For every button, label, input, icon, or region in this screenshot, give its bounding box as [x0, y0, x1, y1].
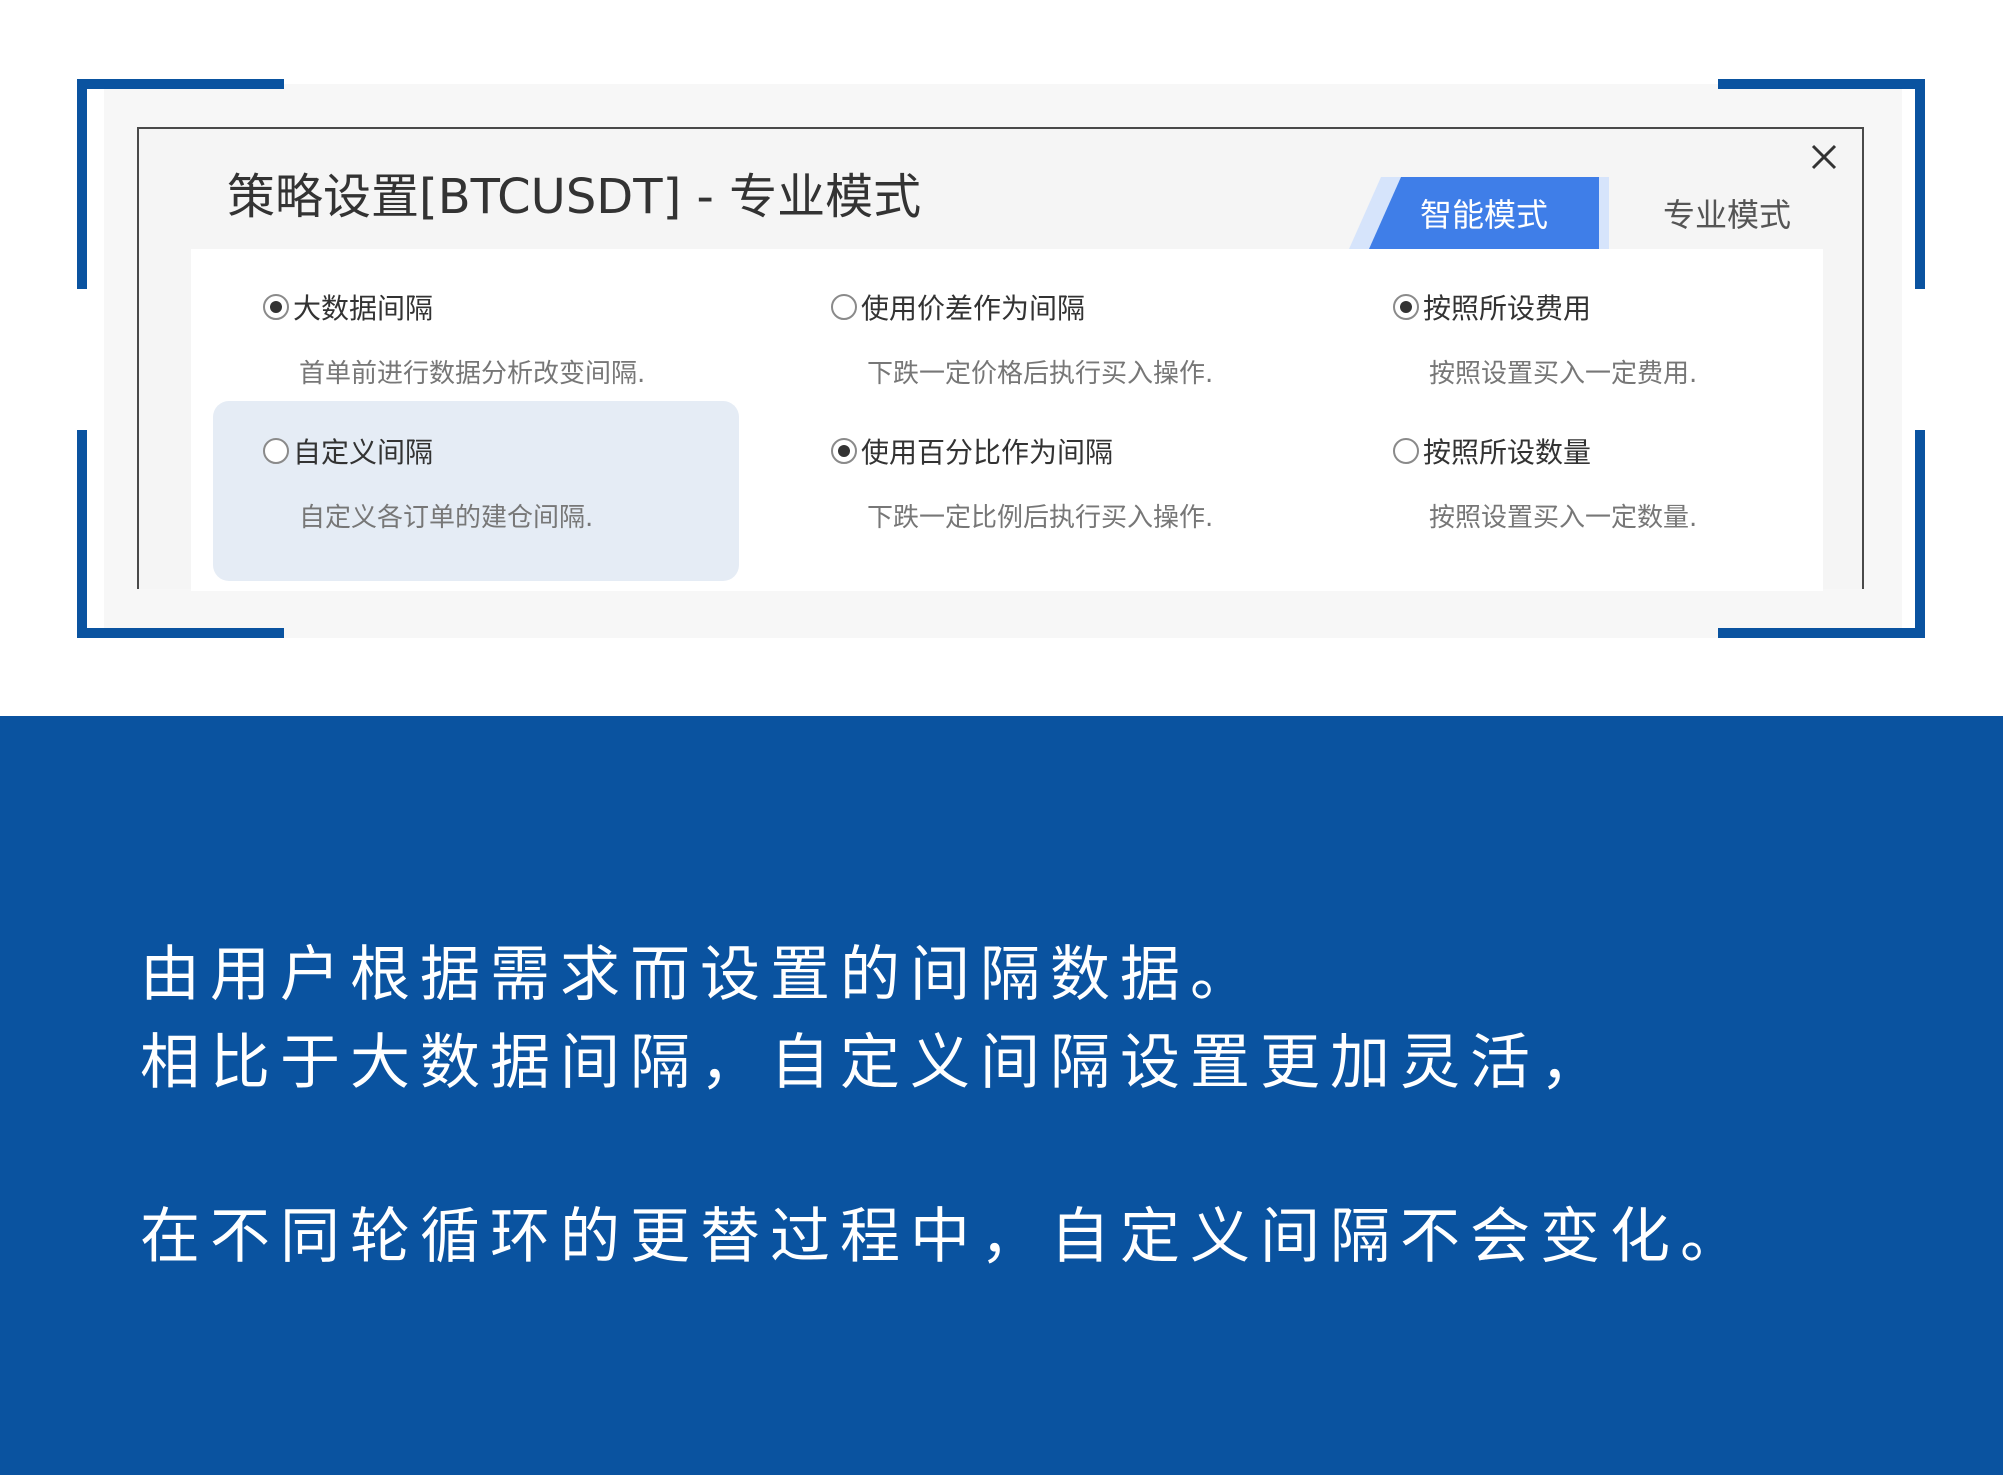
corner-bracket-top-left-vertical: [77, 79, 87, 289]
option-description: 自定义各订单的建仓间隔.: [299, 503, 594, 533]
description-line-2: 相比于大数据间隔，自定义间隔设置更加灵活，: [140, 1028, 1610, 1098]
radio-button[interactable]: [831, 294, 857, 320]
radio-button[interactable]: [263, 438, 289, 464]
option-description: 下跌一定价格后执行买入操作.: [867, 359, 1214, 389]
description-line-1: 由用户根据需求而设置的间隔数据。: [140, 940, 1260, 1010]
option-big-data-interval[interactable]: 大数据间隔 首单前进行数据分析改变间隔.: [263, 287, 645, 390]
tab-smart-mode[interactable]: 智能模式: [1369, 177, 1599, 249]
close-icon: [1811, 144, 1837, 170]
radio-button-checked[interactable]: [263, 294, 289, 320]
close-button[interactable]: [1804, 137, 1844, 177]
strategy-settings-dialog: 策略设置[BTCUSDT] - 专业模式 智能模式 专业模式 大数据间隔 首单前…: [137, 127, 1864, 591]
corner-bracket-bottom-left-vertical: [77, 430, 87, 638]
option-price-diff-interval[interactable]: 使用价差作为间隔 下跌一定价格后执行买入操作.: [831, 287, 1213, 390]
option-label: 自定义间隔: [293, 436, 434, 469]
description-area: 由用户根据需求而设置的间隔数据。 相比于大数据间隔，自定义间隔设置更加灵活， 在…: [0, 716, 2003, 1475]
options-panel: 大数据间隔 首单前进行数据分析改变间隔. 自定义间隔 自定义各订单的建仓间隔. …: [191, 249, 1823, 591]
tab-pro-mode[interactable]: 专业模式: [1617, 177, 1837, 249]
option-by-quantity[interactable]: 按照所设数量 按照设置买入一定数量.: [1393, 431, 1697, 534]
screenshot-area: 策略设置[BTCUSDT] - 专业模式 智能模式 专业模式 大数据间隔 首单前…: [0, 0, 2003, 716]
option-description: 首单前进行数据分析改变间隔.: [299, 359, 646, 389]
option-description: 按照设置买入一定费用.: [1429, 359, 1698, 389]
option-description: 按照设置买入一定数量.: [1429, 503, 1698, 533]
option-label: 按照所设数量: [1423, 436, 1592, 469]
option-label: 大数据间隔: [293, 292, 434, 325]
corner-bracket-top-right: [1718, 79, 1925, 89]
corner-bracket-top-right-vertical: [1915, 79, 1925, 289]
description-line-3: 在不同轮循环的更替过程中，自定义间隔不会变化。: [140, 1202, 1750, 1272]
option-description: 下跌一定比例后执行买入操作.: [867, 503, 1214, 533]
option-label: 使用价差作为间隔: [861, 292, 1086, 325]
corner-bracket-bottom-left: [77, 628, 284, 638]
dialog-title: 策略设置[BTCUSDT] - 专业模式: [227, 169, 922, 225]
radio-button[interactable]: [1393, 438, 1419, 464]
option-label: 按照所设费用: [1423, 292, 1592, 325]
option-label: 使用百分比作为间隔: [861, 436, 1114, 469]
option-custom-interval[interactable]: 自定义间隔 自定义各订单的建仓间隔.: [263, 431, 593, 534]
corner-bracket-bottom-right: [1718, 628, 1925, 638]
option-percent-interval[interactable]: 使用百分比作为间隔 下跌一定比例后执行买入操作.: [831, 431, 1213, 534]
radio-button-checked[interactable]: [831, 438, 857, 464]
option-by-cost[interactable]: 按照所设费用 按照设置买入一定费用.: [1393, 287, 1697, 390]
corner-bracket-bottom-right-vertical: [1915, 430, 1925, 638]
radio-button-checked[interactable]: [1393, 294, 1419, 320]
corner-bracket-top-left: [77, 79, 284, 89]
